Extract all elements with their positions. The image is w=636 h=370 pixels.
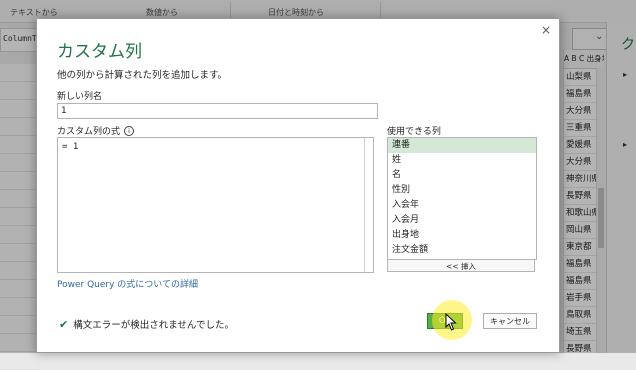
column-list-item[interactable]: 注文金額	[388, 243, 536, 258]
column-list-item[interactable]: 出身地	[388, 228, 536, 243]
ok-button[interactable]: OK	[427, 313, 463, 329]
available-columns-list[interactable]: 連番姓名性別 入会年 入会月 出身地 注文金額	[387, 137, 537, 260]
cancel-button[interactable]: キャンセル	[483, 313, 537, 329]
new-column-name-label: 新しい列名	[57, 92, 103, 102]
custom-column-dialog: × カスタム列 他の列から計算された列を追加します。 新しい列名 カスタム列の式…	[36, 18, 560, 353]
column-list-item[interactable]: 連番	[388, 138, 536, 153]
syntax-status: ✔ 構文エラーが検出されませんでした。	[59, 317, 234, 331]
close-icon[interactable]: ×	[539, 23, 553, 37]
formula-editor[interactable]: = 1	[57, 137, 374, 273]
column-list-item[interactable]: 入会年	[388, 198, 536, 213]
dialog-title: カスタム列	[57, 42, 142, 62]
checkmark-icon: ✔	[59, 318, 69, 331]
new-column-name-input[interactable]	[57, 103, 378, 119]
insert-button[interactable]: << 挿入	[387, 259, 535, 272]
info-icon[interactable]: i	[124, 126, 135, 136]
dialog-description: 他の列から計算された列を追加します。	[57, 70, 228, 81]
formula-scrollbar[interactable]	[364, 138, 373, 272]
power-query-formula-link[interactable]: Power Query の式についての詳細	[57, 277, 198, 290]
formula-label-row: カスタム列の式 i	[57, 124, 135, 137]
column-list-item[interactable]: 姓	[388, 153, 536, 168]
column-list-item[interactable]: 性別	[388, 183, 536, 198]
column-list-item[interactable]: 入会月	[388, 213, 536, 228]
formula-text[interactable]: = 1	[62, 142, 78, 152]
formula-label: カスタム列の式	[57, 127, 121, 137]
column-list-item[interactable]: 名	[388, 168, 536, 183]
available-columns-label: 使用できる列	[387, 127, 441, 137]
syntax-status-text: 構文エラーが検出されませんでした。	[73, 320, 234, 331]
